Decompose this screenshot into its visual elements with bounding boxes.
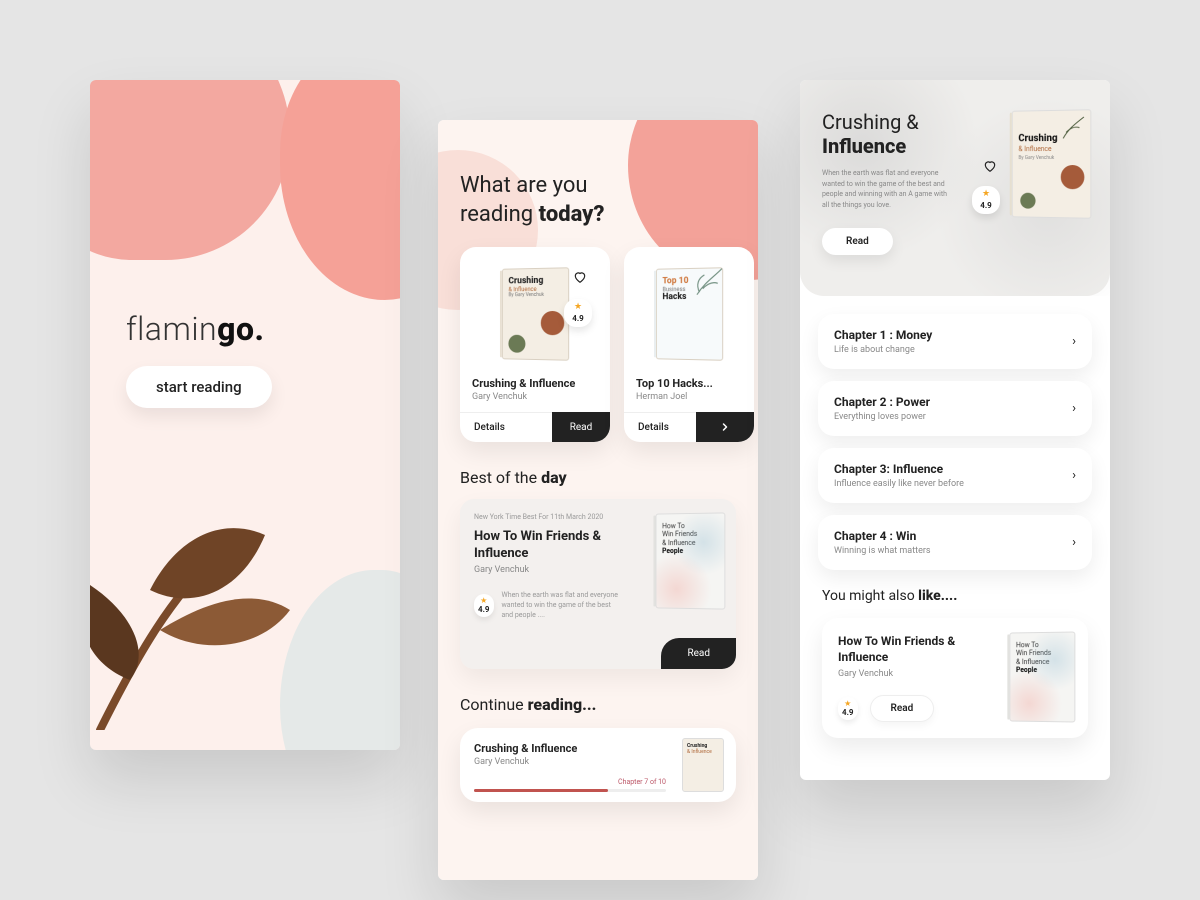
screen-splash: flamingo. start reading [90,80,400,750]
book-cover: How To Win Friends & Influence People [654,513,726,609]
star-icon: ★ [842,700,854,708]
best-title: How To Win Friends & Influence [474,529,624,563]
details-button[interactable]: Details [624,412,696,442]
rating-badge: ★ 4.9 [474,594,494,617]
screen-detail: Crushing & Influence When the earth was … [800,80,1110,780]
progress-fill [474,789,608,792]
details-button[interactable]: Details [460,412,552,442]
chapter-title: Chapter 2 : Power [834,395,930,409]
featured-books-row: Crushing & Influence By Gary Venchuk ★ [460,247,736,442]
chapter-subtitle: Life is about change [834,345,932,355]
rating-value: 4.9 [842,708,854,717]
detail-hero: Crushing & Influence When the earth was … [800,80,1110,296]
chapter-list: Chapter 1 : Money Life is about change ›… [800,296,1110,570]
book-author: Herman Joel [636,392,742,402]
heading-bold: day [541,468,567,487]
heading-bold: reading... [528,695,597,714]
star-icon: ★ [564,303,592,312]
read-button[interactable]: Read [552,412,610,442]
favorite-icon[interactable] [570,267,590,287]
detail-desc: When the earth was flat and everyone wan… [822,168,952,210]
headline-part: What are you [460,173,588,198]
chevron-right-icon [719,421,731,433]
book-cover: Crushing & Influence By Gary Venchuk [502,267,569,361]
read-button[interactable]: Read [870,695,935,722]
chevron-right-icon: › [1072,401,1076,416]
rating-badge: ★ 4.9 [972,186,1000,214]
leaf-illustration [90,430,310,730]
progress-bar [474,789,666,792]
book-title: Top 10 Hacks... [636,377,742,390]
title-part: Crushing & [822,110,919,134]
start-reading-button[interactable]: start reading [126,366,272,408]
section-heading-continue: Continue reading... [460,695,736,714]
chapter-subtitle: Winning is what matters [834,546,931,556]
headline-bold: today? [539,202,605,227]
heading-bold: like.... [918,588,957,604]
rating-value: 4.9 [564,314,592,323]
chapter-title: Chapter 4 : Win [834,529,931,543]
favorite-icon[interactable] [980,156,1000,176]
chapter-title: Chapter 3: Influence [834,462,964,476]
read-button[interactable]: Read [661,638,736,669]
cover-byline: By Gary Venchuk [1018,155,1084,161]
book-card[interactable]: Top 10 Business Hacks Top 10 Hacks... He… [624,247,754,442]
star-icon: ★ [972,190,1000,199]
chapter-subtitle: Influence easily like never before [834,479,964,489]
heading-part: Continue [460,695,524,714]
cover-byline: By Gary Venchuk [508,293,562,299]
progress-label: Chapter 7 of 10 [618,778,666,786]
chapter-item[interactable]: Chapter 3: Influence Influence easily li… [818,448,1092,503]
chapter-item[interactable]: Chapter 1 : Money Life is about change › [818,314,1092,369]
section-heading-best: Best of the day [460,468,736,487]
chapter-item[interactable]: Chapter 4 : Win Winning is what matters … [818,515,1092,570]
book-cover: Crushing & Influence By Gary Venchuk [1010,110,1092,218]
book-cover: Top 10 Business Hacks [656,267,723,361]
brand-text-bold: go. [217,310,264,348]
rating-badge: ★ 4.9 [838,697,858,720]
star-icon: ★ [478,597,490,605]
book-cover: Crushing & Influence [682,738,724,792]
cover-subtitle: & Influence [1018,145,1084,154]
book-author: Gary Venchuk [472,392,598,402]
rating-value: 4.9 [972,201,1000,210]
screen-home: What are you reading today? Crushing & I… [438,120,758,880]
chevron-right-icon: › [1072,334,1076,349]
brand-text-light: flamin [126,310,217,348]
heading-part: Best of the [460,468,537,487]
chapter-item[interactable]: Chapter 2 : Power Everything loves power… [818,381,1092,436]
read-button-icon[interactable] [696,412,754,442]
rating-value: 4.9 [478,605,490,614]
chevron-right-icon: › [1072,468,1076,483]
headline: What are you reading today? [460,172,736,229]
best-desc: When the earth was flat and everyone wan… [502,591,622,620]
title-bold: Influence [822,134,906,158]
chapter-subtitle: Everything loves power [834,412,930,422]
book-cover: How To Win Friends & Influence People [1008,632,1076,722]
chapter-title: Chapter 1 : Money [834,328,932,342]
also-like-card[interactable]: How To Win Friends & Influence Gary Venc… [822,618,1088,738]
read-button[interactable]: Read [822,228,893,255]
also-title: How To Win Friends & Influence [838,634,978,665]
bg-blob [280,80,400,300]
bg-blob [90,80,290,260]
section-heading-also-like: You might also like.... [822,588,1088,604]
continue-reading-card[interactable]: Crushing & Influence Gary Venchuk Chapte… [460,728,736,802]
headline-part: reading [460,202,533,227]
brand-logo: flamingo. [126,310,264,348]
book-card[interactable]: Crushing & Influence By Gary Venchuk ★ [460,247,610,442]
chevron-right-icon: › [1072,535,1076,550]
rating-badge: ★ 4.9 [564,299,592,327]
book-title: Crushing & Influence [472,377,598,390]
heading-part: You might also [822,588,915,604]
best-of-day-card[interactable]: New York Time Best For 11th March 2020 H… [460,499,736,669]
